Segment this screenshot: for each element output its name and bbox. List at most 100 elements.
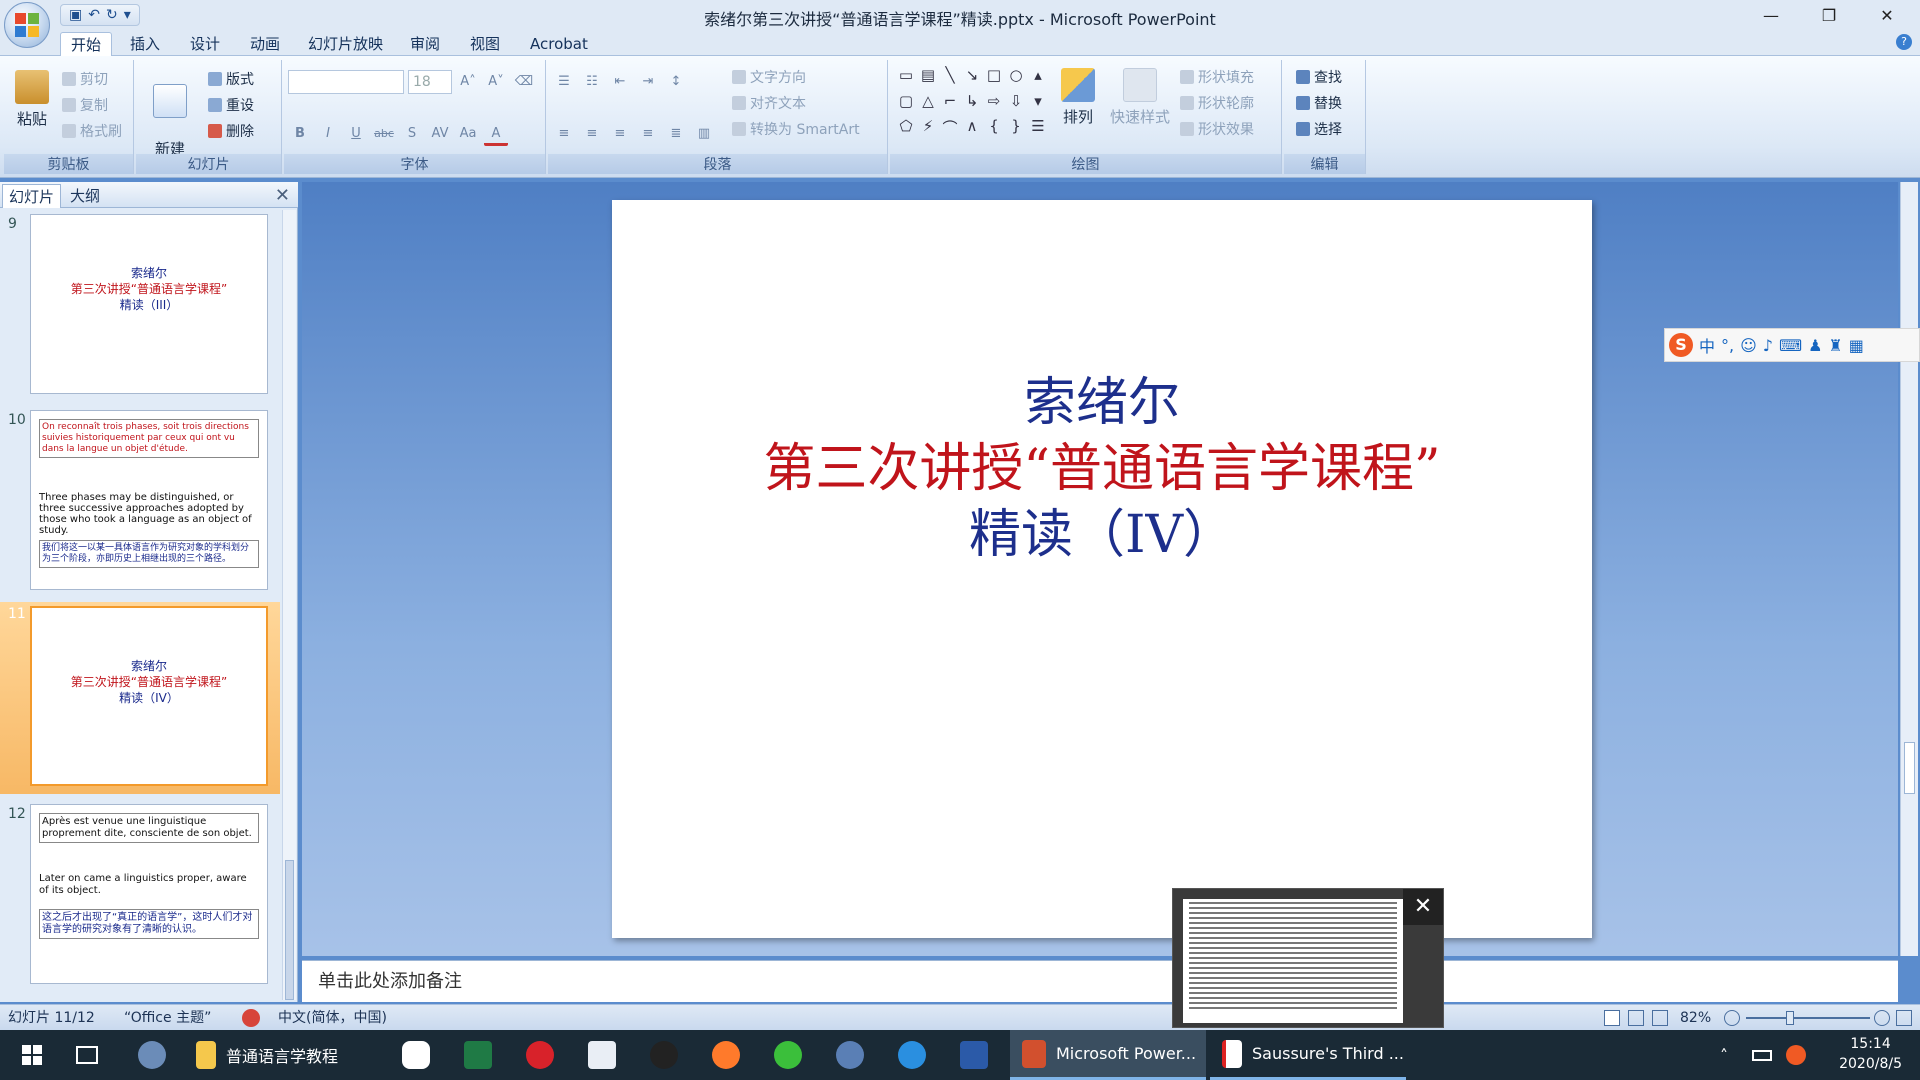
numbering-icon[interactable]: ☷ — [580, 70, 604, 94]
align-left-icon[interactable]: ≡ — [552, 122, 576, 146]
slide-title-line1[interactable]: 索绪尔 — [612, 360, 1592, 435]
increase-indent-icon[interactable]: ⇥ — [636, 70, 660, 94]
arrange-button[interactable]: 排列 — [1058, 68, 1098, 127]
strikethrough-button[interactable]: abc — [372, 122, 396, 146]
delete-slide-button[interactable]: 删除 — [208, 120, 254, 144]
app-icon-red[interactable] — [526, 1030, 554, 1080]
align-right-icon[interactable]: ≡ — [608, 122, 632, 146]
text-direction-button[interactable]: 文字方向 — [732, 66, 806, 90]
thumbnail-10[interactable]: 10 On reconnaît trois phases, soit trois… — [0, 408, 280, 594]
thumbnail-9[interactable]: 9 索绪尔 第三次讲授“普通语言学课程” 精读（III） — [0, 212, 280, 398]
current-slide[interactable]: 索绪尔 第三次讲授“普通语言学课程” 精读（IV） — [612, 200, 1592, 938]
cut-button[interactable]: 剪切 — [62, 68, 108, 92]
clear-format-icon[interactable]: ⌫ — [512, 70, 536, 94]
italic-button[interactable]: I — [316, 122, 340, 146]
distributed-icon[interactable]: ≣ — [664, 122, 688, 146]
help-icon[interactable]: ? — [1896, 34, 1912, 50]
word-icon[interactable] — [960, 1030, 988, 1080]
decrease-indent-icon[interactable]: ⇤ — [608, 70, 632, 94]
restore-button[interactable]: ❐ — [1800, 0, 1858, 30]
tab-outline[interactable]: 大纲 — [64, 184, 106, 208]
reset-button[interactable]: 重设 — [208, 94, 254, 118]
office-button[interactable] — [4, 2, 50, 48]
find-button[interactable]: 查找 — [1296, 66, 1342, 90]
minimize-button[interactable]: — — [1742, 0, 1800, 30]
shapes-gallery[interactable]: ▭ ▤ ╲ ↘ □ ○ ▴ ▢ △ ⌐ ↳ ⇨ ⇩ ▾ ⬠ ⚡ ⌒ ∧{} ☰ — [896, 66, 1046, 144]
punctuation-icon[interactable]: °, — [1721, 336, 1734, 355]
shape-outline-button[interactable]: 形状轮廓 — [1180, 92, 1254, 116]
search-app-icon[interactable] — [138, 1030, 166, 1080]
tab-animations[interactable]: 动画 — [240, 32, 290, 56]
zoom-out-icon[interactable] — [1724, 1010, 1740, 1026]
justify-icon[interactable]: ≡ — [636, 122, 660, 146]
tab-home[interactable]: 开始 — [60, 32, 113, 56]
taskbar-preview[interactable]: ✕ — [1172, 888, 1444, 1028]
battery-icon[interactable] — [1752, 1030, 1772, 1080]
select-button[interactable]: 选择 — [1296, 118, 1342, 142]
firefox-icon[interactable] — [712, 1030, 740, 1080]
tab-view[interactable]: 视图 — [460, 32, 510, 56]
align-center-icon[interactable]: ≡ — [580, 122, 604, 146]
zoom-slider[interactable] — [1746, 1017, 1870, 1019]
taskbar-folder[interactable]: 普通语言学教程 — [196, 1030, 338, 1080]
shrink-font-icon[interactable]: A˅ — [484, 70, 508, 94]
preview-close-button[interactable]: ✕ — [1403, 889, 1443, 925]
tab-review[interactable]: 审阅 — [400, 32, 450, 56]
spell-check-icon[interactable] — [242, 1009, 260, 1027]
shadow-button[interactable]: S — [400, 122, 424, 146]
skin-icon[interactable]: ♜ — [1828, 336, 1842, 355]
sogou-logo-icon[interactable]: S — [1669, 333, 1693, 357]
copy-button[interactable]: 复制 — [62, 94, 108, 118]
sogou-tray-icon[interactable] — [1786, 1030, 1806, 1080]
fit-to-window-icon[interactable] — [1896, 1010, 1912, 1026]
task-view-icon[interactable] — [76, 1030, 98, 1080]
font-name-combo[interactable] — [288, 70, 404, 94]
grow-font-icon[interactable]: A˄ — [456, 70, 480, 94]
tab-insert[interactable]: 插入 — [120, 32, 170, 56]
format-painter-button[interactable]: 格式刷 — [62, 120, 122, 144]
tab-slides[interactable]: 幻灯片 — [2, 184, 62, 208]
editor-scrollbar[interactable] — [1900, 182, 1918, 956]
bold-button[interactable]: B — [288, 122, 312, 146]
microphone-icon[interactable]: ♪ — [1763, 336, 1773, 355]
char-spacing-button[interactable]: AV — [428, 122, 452, 146]
layout-button[interactable]: 版式 — [208, 68, 254, 92]
smartart-button[interactable]: 转换为 SmartArt — [732, 118, 860, 142]
windows-start-icon[interactable] — [18, 1030, 46, 1080]
keyboard-icon[interactable]: ⌨ — [1779, 336, 1802, 355]
pane-scrollbar[interactable] — [282, 210, 296, 1000]
wechat-icon[interactable] — [774, 1030, 802, 1080]
language-indicator[interactable]: 中文(简体，中国) — [278, 1005, 387, 1031]
slide-title-line2[interactable]: 第三次讲授“普通语言学课程” — [612, 426, 1592, 501]
qq-icon[interactable] — [650, 1030, 678, 1080]
underline-button[interactable]: U — [344, 122, 368, 146]
line-spacing-icon[interactable]: ↕ — [664, 70, 688, 94]
paste-button[interactable]: 粘贴 — [10, 70, 54, 129]
clock[interactable]: 15:14 2020/8/5 — [1839, 1034, 1902, 1074]
tray-chevron-icon[interactable]: ˄ — [1720, 1030, 1728, 1080]
thumbnail-12[interactable]: 12 Après est venue une linguistique prop… — [0, 802, 280, 992]
zoom-in-icon[interactable] — [1874, 1010, 1890, 1026]
scroll-thumb[interactable] — [1904, 742, 1915, 794]
align-text-button[interactable]: 对齐文本 — [732, 92, 806, 116]
scroll-thumb[interactable] — [285, 860, 294, 1000]
bullets-icon[interactable]: ☰ — [552, 70, 576, 94]
font-color-button[interactable]: A — [484, 122, 508, 146]
slideshow-icon[interactable] — [1652, 1010, 1668, 1026]
tab-acrobat[interactable]: Acrobat — [520, 32, 598, 56]
normal-view-icon[interactable] — [1604, 1010, 1620, 1026]
quick-styles-button[interactable]: 快速样式 — [1108, 68, 1172, 127]
emoji-icon[interactable]: ☺ — [1740, 336, 1757, 355]
tab-slideshow[interactable]: 幻灯片放映 — [298, 32, 393, 56]
toolbox-icon[interactable]: ▦ — [1849, 336, 1864, 355]
notepad-icon[interactable] — [588, 1030, 616, 1080]
notes-pane[interactable]: 单击此处添加备注 — [302, 960, 1898, 1002]
close-button[interactable]: ✕ — [1858, 0, 1916, 30]
tab-design[interactable]: 设计 — [180, 32, 230, 56]
zoom-level[interactable]: 82% — [1680, 1005, 1711, 1031]
taskbar-powerpoint[interactable]: Microsoft Power... — [1010, 1030, 1206, 1080]
user-icon[interactable]: ♟ — [1808, 336, 1822, 355]
change-case-button[interactable]: Aa — [456, 122, 480, 146]
thumbnail-11[interactable]: 11 索绪尔 第三次讲授“普通语言学课程” 精读（IV） — [0, 602, 280, 794]
font-size-combo[interactable]: 18 — [408, 70, 452, 94]
